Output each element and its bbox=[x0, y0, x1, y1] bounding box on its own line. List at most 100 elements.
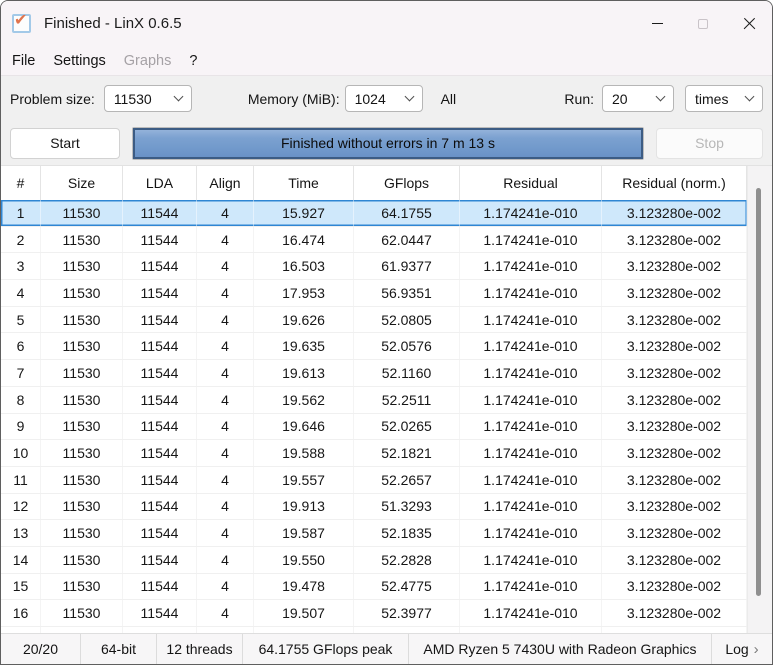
cell-gflops: 56.9351 bbox=[354, 280, 460, 306]
cell-residual: 1.174241e-010 bbox=[460, 520, 602, 546]
cell-residual-norm: 3.123280e-002 bbox=[602, 520, 747, 546]
cell-time: 19.507 bbox=[254, 600, 354, 626]
cell-residual-norm: 3.123280e-002 bbox=[602, 253, 747, 279]
cell-size: 11530 bbox=[41, 574, 123, 600]
cell-align: 4 bbox=[197, 467, 254, 493]
cell-size: 11530 bbox=[41, 253, 123, 279]
table-row[interactable]: 61153011544419.63552.05761.174241e-0103.… bbox=[1, 333, 747, 360]
cell-time: 19.635 bbox=[254, 333, 354, 359]
table-row[interactable]: 91153011544419.64652.02651.174241e-0103.… bbox=[1, 414, 747, 441]
cell-num: 16 bbox=[1, 600, 41, 626]
column-header-align[interactable]: Align bbox=[197, 166, 254, 200]
column-header-residual[interactable]: Residual bbox=[460, 166, 602, 200]
start-button[interactable]: Start bbox=[10, 128, 120, 159]
cell-align: 4 bbox=[197, 307, 254, 333]
menu-item-graphs[interactable]: Graphs bbox=[115, 50, 181, 72]
linx-window: ✔ Finished - LinX 0.6.5 FileSettingsGrap… bbox=[0, 0, 773, 665]
cell-size: 11530 bbox=[41, 414, 123, 440]
status-threads: 12 threads bbox=[157, 634, 243, 664]
cell-align: 4 bbox=[197, 387, 254, 413]
column-header-lda[interactable]: LDA bbox=[123, 166, 197, 200]
table-row[interactable]: 121153011544419.91351.32931.174241e-0103… bbox=[1, 494, 747, 521]
cell-size: 11530 bbox=[41, 440, 123, 466]
stop-button[interactable]: Stop bbox=[656, 128, 763, 159]
table-row[interactable]: 31153011544416.50361.93771.174241e-0103.… bbox=[1, 253, 747, 280]
table-row[interactable]: 21153011544416.47462.04471.174241e-0103.… bbox=[1, 227, 747, 254]
cell-lda: 11544 bbox=[123, 227, 197, 253]
maximize-button bbox=[680, 1, 726, 46]
cell-lda: 11544 bbox=[123, 600, 197, 626]
menu-item-help[interactable]: ? bbox=[180, 50, 206, 72]
run-count-select[interactable]: 20 bbox=[602, 85, 674, 112]
table-row[interactable]: 101153011544419.58852.18211.174241e-0103… bbox=[1, 440, 747, 467]
cell-size: 11530 bbox=[41, 600, 123, 626]
cell-num: 2 bbox=[1, 227, 41, 253]
table-row[interactable]: 11153011544415.92764.17551.174241e-0103.… bbox=[1, 200, 747, 227]
cell-residual: 1.174241e-010 bbox=[460, 574, 602, 600]
column-header-time[interactable]: Time bbox=[254, 166, 354, 200]
table-row[interactable]: 51153011544419.62652.08051.174241e-0103.… bbox=[1, 307, 747, 334]
cell-time: 15.927 bbox=[254, 200, 354, 226]
table-row[interactable]: 81153011544419.56252.25111.174241e-0103.… bbox=[1, 387, 747, 414]
cell-residual: 1.174241e-010 bbox=[460, 387, 602, 413]
cell-time: 19.587 bbox=[254, 520, 354, 546]
table-row[interactable]: 111153011544419.55752.26571.174241e-0103… bbox=[1, 467, 747, 494]
cell-num: 4 bbox=[1, 280, 41, 306]
menu-item-settings[interactable]: Settings bbox=[44, 50, 114, 72]
cell-num: 9 bbox=[1, 414, 41, 440]
table-row[interactable]: 151153011544419.47852.47751.174241e-0103… bbox=[1, 574, 747, 601]
column-header-gflops[interactable]: GFlops bbox=[354, 166, 460, 200]
table-row[interactable]: 141153011544419.55052.28281.174241e-0103… bbox=[1, 547, 747, 574]
cell-time: 19.557 bbox=[254, 467, 354, 493]
run-unit-select[interactable]: times bbox=[685, 85, 763, 112]
cell-num: 17 bbox=[1, 627, 41, 633]
cell-gflops: 52.1821 bbox=[354, 440, 460, 466]
cell-size: 11530 bbox=[41, 280, 123, 306]
cell-size: 11530 bbox=[41, 360, 123, 386]
column-header-size[interactable]: Size bbox=[41, 166, 123, 200]
cell-time: 19.613 bbox=[254, 360, 354, 386]
cell-time: 19.550 bbox=[254, 547, 354, 573]
status-log[interactable]: Log› bbox=[712, 634, 772, 664]
scrollbar-thumb[interactable] bbox=[756, 188, 761, 596]
minimize-button[interactable] bbox=[634, 1, 680, 46]
cell-residual-norm: 3.123280e-002 bbox=[602, 467, 747, 493]
memory-select[interactable]: 1024 bbox=[345, 85, 423, 112]
cell-gflops: 52.0265 bbox=[354, 414, 460, 440]
table-row[interactable]: 161153011544419.50752.39771.174241e-0103… bbox=[1, 600, 747, 627]
cell-time: 19.562 bbox=[254, 387, 354, 413]
column-header-residual-norm[interactable]: Residual (norm.) bbox=[602, 166, 747, 200]
cell-align: 4 bbox=[197, 360, 254, 386]
column-header-num[interactable]: # bbox=[1, 166, 41, 200]
cell-residual: 1.174241e-010 bbox=[460, 253, 602, 279]
cell-align: 4 bbox=[197, 414, 254, 440]
close-button[interactable] bbox=[726, 1, 772, 46]
cell-size: 11530 bbox=[41, 333, 123, 359]
problem-size-select[interactable]: 11530 bbox=[104, 85, 192, 112]
cell-num: 12 bbox=[1, 494, 41, 520]
cell-align: 4 bbox=[197, 280, 254, 306]
run-label: Run: bbox=[564, 91, 594, 107]
table-row[interactable]: 41153011544417.95356.93511.174241e-0103.… bbox=[1, 280, 747, 307]
cell-align: 4 bbox=[197, 200, 254, 226]
menu-item-file[interactable]: File bbox=[3, 50, 44, 72]
cell-lda: 11544 bbox=[123, 547, 197, 573]
chevron-down-icon bbox=[173, 92, 183, 102]
problem-size-label: Problem size: bbox=[10, 91, 95, 107]
table-row[interactable]: 131153011544419.58752.18351.174241e-0103… bbox=[1, 520, 747, 547]
cell-num: 6 bbox=[1, 333, 41, 359]
table-row[interactable]: 171153011544419.48552.45901.174241e-0103… bbox=[1, 627, 747, 633]
cell-num: 14 bbox=[1, 547, 41, 573]
cell-time: 19.646 bbox=[254, 414, 354, 440]
cell-size: 11530 bbox=[41, 547, 123, 573]
cell-align: 4 bbox=[197, 574, 254, 600]
table-row[interactable]: 71153011544419.61352.11601.174241e-0103.… bbox=[1, 360, 747, 387]
vertical-scrollbar[interactable] bbox=[747, 166, 772, 633]
cell-lda: 11544 bbox=[123, 520, 197, 546]
cell-residual: 1.174241e-010 bbox=[460, 280, 602, 306]
cell-size: 11530 bbox=[41, 227, 123, 253]
cell-gflops: 52.2511 bbox=[354, 387, 460, 413]
cell-residual: 1.174241e-010 bbox=[460, 200, 602, 226]
cell-lda: 11544 bbox=[123, 494, 197, 520]
run-count-value: 20 bbox=[612, 91, 651, 107]
